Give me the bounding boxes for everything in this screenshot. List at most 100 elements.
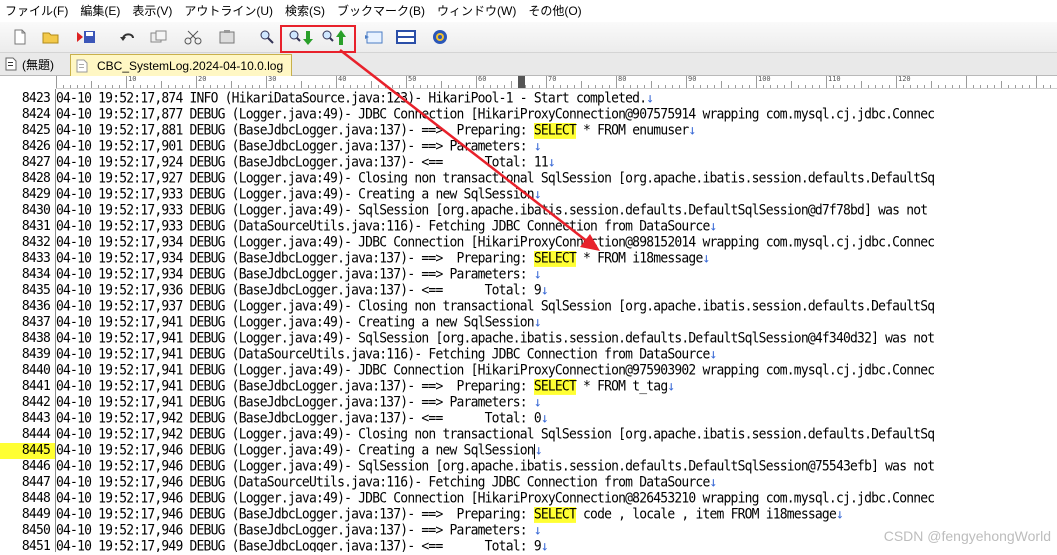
undo-icon[interactable] (117, 26, 139, 48)
ruler-tick (84, 85, 85, 88)
line-number: 8446 (21, 459, 51, 474)
log-line: 04-10 19:52:17,933 DEBUG (Logger.java:49… (56, 203, 934, 220)
ruler-tick (532, 85, 533, 88)
ruler-tick (644, 85, 645, 88)
log-line: 04-10 19:52:17,949 DEBUG (BaseJdbcLogger… (56, 539, 549, 552)
line-number-gutter: 8423 8424 8425 8426 8427 8428 8429 8430 8431 8432… (0, 89, 56, 554)
line-number-row: 8445 (0, 443, 55, 459)
window-icon[interactable] (363, 26, 385, 48)
line-number-row: 8442 (0, 395, 55, 411)
menu-item-6[interactable]: ウィンドウ(W) (431, 0, 522, 22)
save-icon[interactable] (75, 26, 97, 48)
line-number: 8428 (21, 171, 51, 186)
line-end-icon: ↓ (646, 91, 654, 107)
ruler-tick (798, 85, 799, 88)
menu-item-7[interactable]: その他(O) (522, 0, 587, 22)
split-icon[interactable] (395, 26, 417, 48)
tab-untitled[interactable]: (無題) (4, 54, 54, 74)
line-number: 8445 (21, 443, 51, 458)
ruler-tick (56, 76, 57, 88)
search-highlight: SELECT (533, 251, 577, 267)
log-line: 04-10 19:52:17,934 DEBUG (BaseJdbcLogger… (56, 267, 542, 284)
ruler-cursor-marker (518, 76, 525, 88)
new-file-icon[interactable] (9, 26, 31, 48)
line-number: 8444 (21, 427, 51, 442)
ruler-tick (938, 85, 939, 88)
line-number: 8440 (21, 363, 51, 378)
ruler-tick (301, 81, 302, 88)
log-line: 04-10 19:52:17,946 DEBUG (Logger.java:49… (56, 491, 935, 508)
ruler-tick (378, 85, 379, 88)
ruler-tick (980, 85, 981, 88)
ruler-tick (700, 85, 701, 88)
line-number: 8437 (21, 315, 51, 330)
log-text: 04-10 19:52:17,933 DEBUG (DataSourceUtil… (56, 219, 710, 235)
find-icon[interactable] (256, 26, 278, 48)
ruler-tick (693, 85, 694, 88)
settings-icon[interactable] (429, 26, 451, 48)
text-editor[interactable]: 04-10 19:52:17,874 INFO (HikariDataSourc… (56, 89, 1057, 552)
ruler-tick (777, 85, 778, 88)
copy-icon[interactable] (148, 26, 170, 48)
ruler-tick (609, 85, 610, 88)
ruler-tick (399, 85, 400, 88)
ruler-tick (812, 85, 813, 88)
find-next-icon[interactable] (287, 26, 313, 48)
line-number: 8443 (21, 411, 51, 426)
ruler-tick (707, 85, 708, 88)
log-text-rest: * FROM enumuser (576, 123, 689, 139)
menu-item-4[interactable]: 検索(S) (279, 0, 331, 22)
log-line: 04-10 19:52:17,877 DEBUG (Logger.java:49… (56, 107, 935, 124)
tab-log-file[interactable]: CBC_SystemLog.2024-04-10.0.log (70, 54, 293, 76)
column-ruler: 10 20 30 40 50 60 70 80 90 100 110 120 (56, 76, 1057, 89)
log-text: 04-10 19:52:17,936 DEBUG (BaseJdbcLogger… (56, 283, 542, 299)
ruler-number: 30 (268, 75, 277, 83)
ruler-tick (476, 76, 477, 88)
ruler-tick (126, 76, 127, 88)
ruler-number: 20 (198, 75, 207, 83)
line-number-row: 8428 (0, 171, 55, 187)
ruler-tick (651, 81, 652, 88)
ruler-tick (714, 85, 715, 88)
line-number: 8425 (21, 123, 51, 138)
ruler-tick (588, 85, 589, 88)
paste-icon[interactable] (216, 26, 238, 48)
ruler-tick (637, 85, 638, 88)
ruler-tick (168, 85, 169, 88)
menu-item-2[interactable]: 表示(V) (126, 0, 178, 22)
ruler-tick (945, 85, 946, 88)
ruler-tick (322, 85, 323, 88)
log-text: 04-10 19:52:17,933 DEBUG (Logger.java:49… (56, 187, 535, 203)
log-line: 04-10 19:52:17,941 DEBUG (BaseJdbcLogger… (56, 379, 675, 396)
log-text: 04-10 19:52:17,933 DEBUG (Logger.java:49… (56, 203, 935, 219)
ruler-tick (224, 85, 225, 88)
find-previous-icon[interactable] (320, 26, 346, 48)
ruler-tick (1015, 85, 1016, 88)
ruler-tick (357, 85, 358, 88)
line-number: 8434 (21, 267, 51, 282)
ruler-tick (462, 85, 463, 88)
line-end-icon: ↓ (533, 523, 542, 539)
ruler-tick (686, 76, 687, 88)
ruler-tick (581, 81, 582, 88)
line-number-row: 8444 (0, 427, 55, 443)
menu-item-0[interactable]: ファイル(F) (0, 0, 74, 22)
menu-item-5[interactable]: ブックマーク(B) (331, 0, 431, 22)
log-line: 04-10 19:52:17,874 INFO (HikariDataSourc… (56, 91, 654, 108)
ruler-tick (259, 85, 260, 88)
line-number-row: 8438 (0, 331, 55, 347)
line-end-icon: ↓ (533, 267, 542, 283)
ruler-number: 10 (128, 75, 137, 83)
tab-label: CBC_SystemLog.2024-04-10.0.log (97, 58, 284, 73)
search-highlight: SELECT (533, 379, 577, 395)
log-text: 04-10 19:52:17,946 DEBUG (Logger.java:49… (56, 443, 535, 459)
menu-item-1[interactable]: 編集(E) (74, 0, 126, 22)
log-line: 04-10 19:52:17,946 DEBUG (BaseJdbcLogger… (56, 523, 542, 540)
open-folder-icon[interactable] (40, 26, 62, 48)
menu-item-3[interactable]: アウトライン(U) (178, 0, 279, 22)
cut-icon[interactable] (182, 26, 204, 48)
ruler-tick (217, 85, 218, 88)
ruler-tick (630, 85, 631, 88)
log-text: 04-10 19:52:17,946 DEBUG (DataSourceUtil… (56, 475, 710, 491)
tab-bar: (無題) CBC_SystemLog.2024-04-10.0.log (0, 53, 1057, 76)
